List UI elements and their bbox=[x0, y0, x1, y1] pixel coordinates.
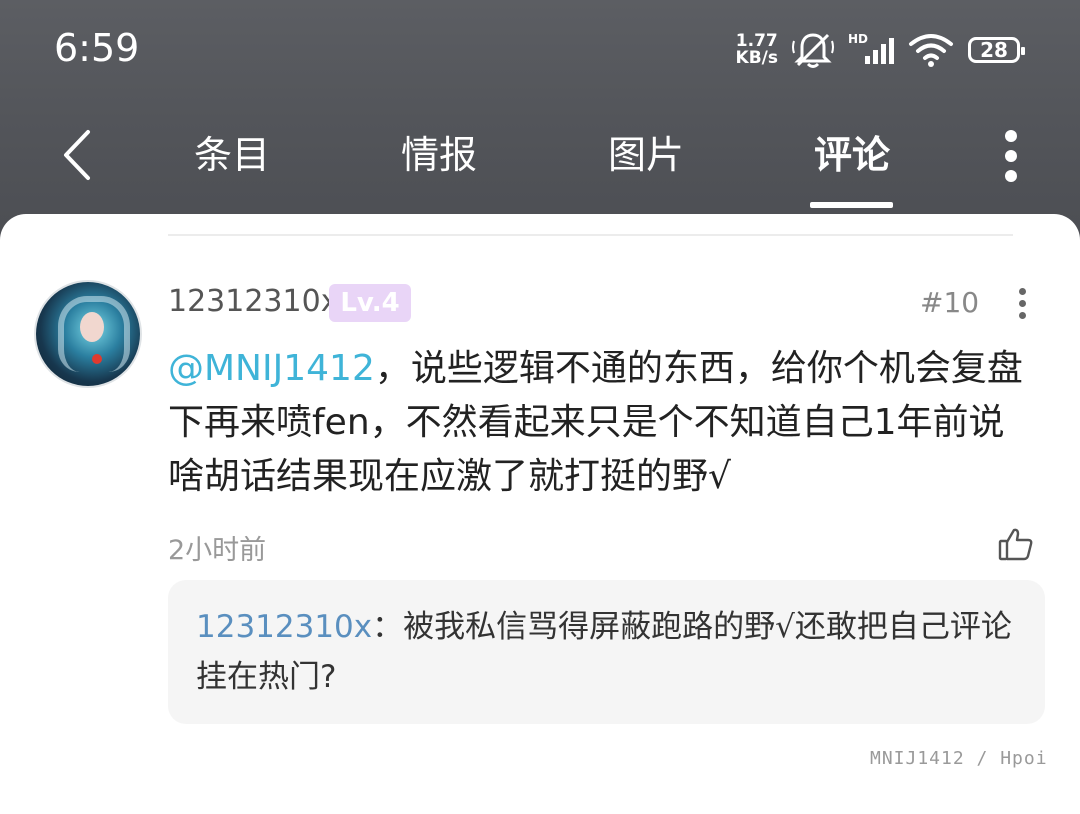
watermark: MNIJ1412 / Hpoi bbox=[870, 748, 1048, 769]
avatar[interactable] bbox=[36, 282, 140, 386]
thumbs-up-icon[interactable] bbox=[998, 526, 1034, 562]
net-speed: 1.77 KB/s bbox=[735, 31, 778, 68]
mute-bell-icon bbox=[792, 33, 834, 68]
battery-icon: 28 bbox=[968, 37, 1025, 63]
signal-icon: HD bbox=[848, 32, 894, 68]
status-icons: 1.77 KB/s HD 28 bbox=[735, 30, 1025, 70]
comment-card: 12312310x Lv.4 #10 @MNIJ1412，说些逻辑不通的东西，给… bbox=[0, 214, 1080, 814]
tab-images[interactable]: 图片 bbox=[566, 128, 726, 182]
status-time: 6:59 bbox=[54, 26, 140, 70]
comment-username[interactable]: 12312310x bbox=[168, 284, 338, 319]
reply-box[interactable]: 12312310x：被我私信骂得屏蔽跑路的野√还敢把自己评论挂在热门? bbox=[168, 580, 1045, 724]
tab-bar: 条目 情报 图片 评论 bbox=[0, 128, 1080, 208]
comment-time: 2小时前 bbox=[168, 535, 267, 566]
comment-text: @MNIJ1412，说些逻辑不通的东西，给你个机会复盘下再来喷fen，不然看起来… bbox=[168, 342, 1028, 504]
tab-entry[interactable]: 条目 bbox=[152, 128, 312, 182]
floor-number: #10 bbox=[920, 286, 980, 319]
divider bbox=[168, 234, 1013, 236]
active-tab-indicator bbox=[810, 202, 893, 208]
reply-username[interactable]: 12312310x bbox=[196, 609, 372, 645]
mention-link[interactable]: @MNIJ1412 bbox=[168, 348, 375, 389]
tab-comments[interactable]: 评论 bbox=[772, 128, 932, 182]
wifi-icon bbox=[909, 34, 953, 67]
level-badge: Lv.4 bbox=[329, 284, 411, 322]
tab-news[interactable]: 情报 bbox=[359, 128, 519, 182]
vertical-dots-icon[interactable] bbox=[1002, 130, 1020, 182]
reply-text: 12312310x：被我私信骂得屏蔽跑路的野√还敢把自己评论挂在热门? bbox=[196, 602, 1016, 702]
comment-more-icon[interactable] bbox=[1016, 288, 1028, 322]
